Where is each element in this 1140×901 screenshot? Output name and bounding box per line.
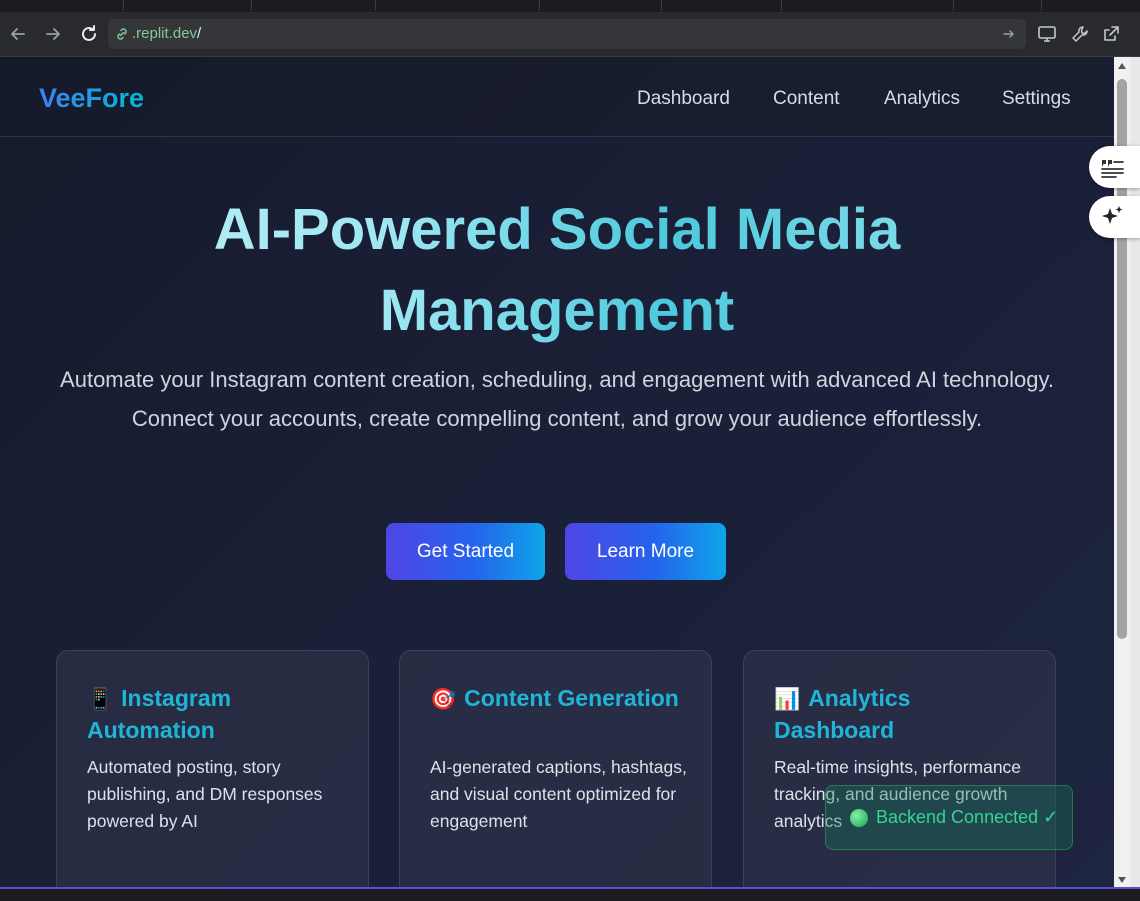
quote-list-icon	[1101, 160, 1124, 178]
scroll-up-arrow-icon[interactable]	[1118, 63, 1126, 69]
browser-tab[interactable]	[540, 0, 662, 11]
browser-tab[interactable]	[662, 0, 782, 11]
side-ai-button[interactable]	[1089, 196, 1140, 238]
hero-title-line2: Management	[379, 278, 735, 343]
reload-icon[interactable]	[77, 22, 101, 46]
target-icon: 🎯	[430, 688, 457, 711]
browser-tab[interactable]	[124, 0, 252, 11]
nav-dashboard[interactable]: Dashboard	[637, 88, 730, 110]
bottom-bar	[0, 889, 1140, 901]
mobile-phone-icon: 📱	[87, 688, 114, 711]
browser-tab[interactable]	[782, 0, 954, 11]
hero-title: AI-Powered Social Media Management	[0, 189, 1114, 351]
forward-icon[interactable]	[41, 22, 65, 46]
link-icon	[117, 28, 127, 40]
feature-card: 📱 Instagram Automation Automated posting,…	[56, 650, 369, 889]
feature-card-title: 📊 Analytics Dashboard	[774, 685, 911, 743]
address-bar[interactable]: .replit.dev/	[108, 19, 1026, 49]
tab-strip	[0, 0, 1140, 12]
feature-card-title: 📱 Instagram Automation	[87, 685, 232, 743]
hero-title-line1: AI-Powered Social Media	[213, 197, 901, 262]
feature-card-title: 🎯 Content Generation	[430, 685, 679, 711]
feature-card-description: Automated posting, story publishing, and…	[87, 757, 323, 831]
back-icon[interactable]	[6, 22, 30, 46]
browser-tab[interactable]	[252, 0, 376, 11]
feature-card: 🎯 Content Generation AI-generated caption…	[399, 650, 712, 889]
browser-tab[interactable]	[0, 0, 124, 11]
nav-analytics[interactable]: Analytics	[884, 88, 960, 110]
page-viewport: VeeFore Dashboard Content Analytics Sett…	[0, 57, 1114, 889]
feature-card-description: AI-generated captions, hashtags, and vis…	[430, 757, 687, 831]
sparkle-icon	[1102, 206, 1123, 224]
browser-tab[interactable]	[954, 0, 1042, 11]
feature-card: 📊 Analytics Dashboard Real-time insights,…	[743, 650, 1056, 889]
nav-content[interactable]: Content	[773, 88, 840, 110]
go-arrow-icon[interactable]	[1000, 25, 1018, 43]
site-logo[interactable]: VeeFore	[39, 83, 144, 114]
bar-chart-icon: 📊	[774, 688, 801, 711]
nav-settings[interactable]: Settings	[1002, 88, 1071, 110]
browser-tab[interactable]	[376, 0, 540, 11]
wrench-icon[interactable]	[1068, 22, 1092, 46]
get-started-button[interactable]: Get Started	[386, 523, 545, 580]
open-external-icon[interactable]	[1099, 22, 1123, 46]
backend-status-toast: Backend Connected ✓	[825, 785, 1073, 850]
monitor-icon[interactable]	[1035, 22, 1059, 46]
status-dot-icon	[850, 808, 868, 827]
browser-toolbar: .replit.dev/	[0, 12, 1140, 57]
side-reader-button[interactable]	[1089, 146, 1140, 188]
scroll-down-arrow-icon[interactable]	[1118, 877, 1126, 883]
site-header: VeeFore Dashboard Content Analytics Sett…	[0, 57, 1114, 137]
learn-more-button[interactable]: Learn More	[565, 523, 726, 580]
url-text: .replit.dev/	[132, 25, 202, 42]
hero-subtitle: Automate your Instagram content creation…	[60, 367, 1054, 431]
backend-status-text: Backend Connected ✓	[876, 807, 1059, 827]
